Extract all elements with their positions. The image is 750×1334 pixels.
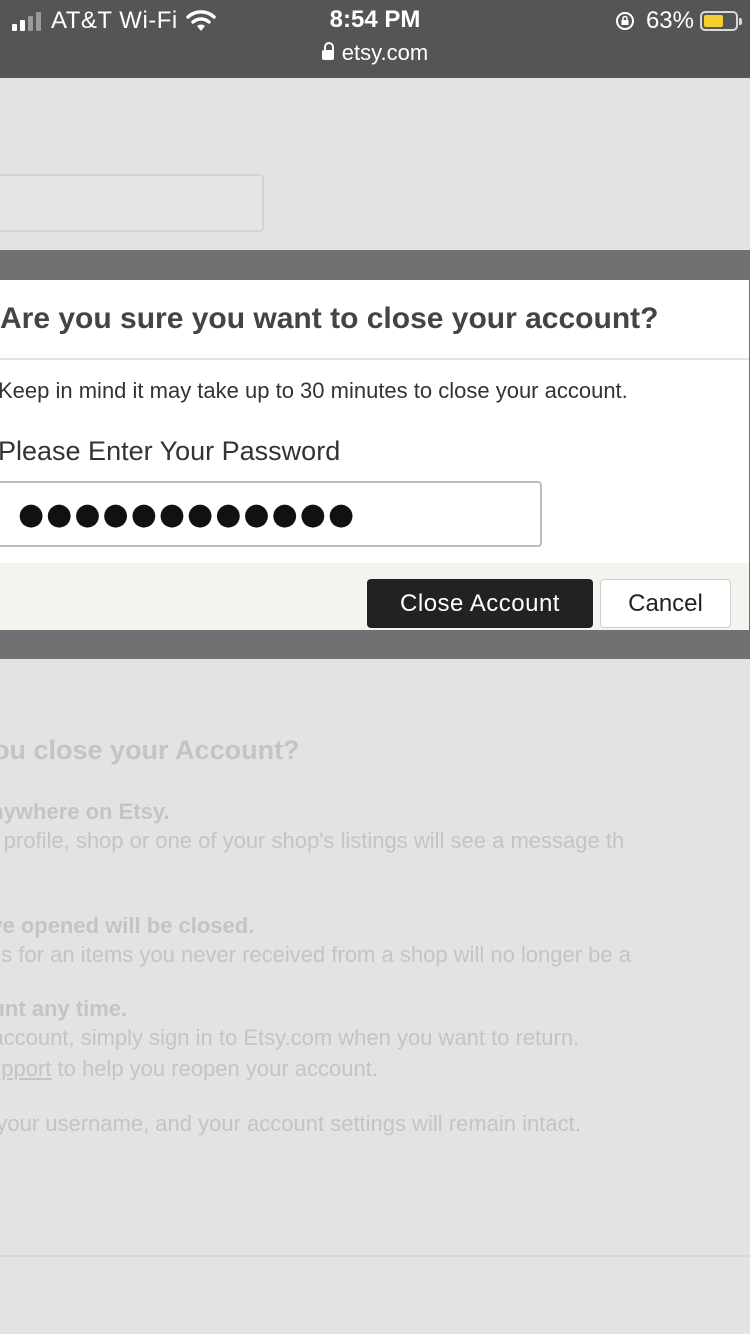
status-bar: AT&T Wi-Fi 8:54 PM etsy.com 63% [0, 0, 750, 78]
info-title-1: anywhere on Etsy. [0, 799, 170, 824]
dialog-note: Keep in mind it may take up to 30 minute… [0, 378, 628, 403]
close-account-button[interactable]: Close Account [367, 579, 593, 628]
battery-fill [704, 15, 723, 27]
cancel-button[interactable]: Cancel [600, 579, 731, 628]
info-text-2: ses for an items you never received from… [0, 942, 631, 967]
info-text-1: ur profile, shop or one of your shop's l… [0, 828, 625, 853]
info-text-4: e your username, and your account settin… [0, 1111, 581, 1136]
dialog-title: Are you sure you want to close your acco… [0, 302, 659, 335]
rotation-lock-icon [615, 12, 634, 30]
password-label: Please Enter Your Password [0, 436, 341, 466]
info-text-3b-rest: to help you reopen your account. [51, 1056, 378, 1081]
background-heading: you close your Account? [0, 735, 300, 765]
password-field[interactable] [0, 481, 542, 547]
url-bar[interactable]: etsy.com [0, 40, 750, 66]
url-text: etsy.com [341, 40, 429, 65]
dialog-footer: Close Account Cancel [0, 563, 749, 630]
status-right: 63% [614, 6, 742, 36]
info-title-2: ave opened will be closed. [0, 913, 255, 938]
battery-icon [700, 11, 742, 31]
support-link[interactable]: support [0, 1056, 51, 1081]
info-title-3: ount any time. [0, 996, 128, 1021]
divider [0, 1255, 750, 1257]
lock-icon [321, 42, 334, 60]
info-text-3b: support to help you reopen your account. [0, 1056, 378, 1082]
battery-percent: 63% [645, 7, 694, 34]
background-input [0, 174, 264, 232]
close-account-dialog: Are you sure you want to close your acco… [0, 280, 749, 630]
info-text-3: r account, simply sign in to Etsy.com wh… [0, 1025, 580, 1050]
dialog-divider [0, 358, 749, 360]
